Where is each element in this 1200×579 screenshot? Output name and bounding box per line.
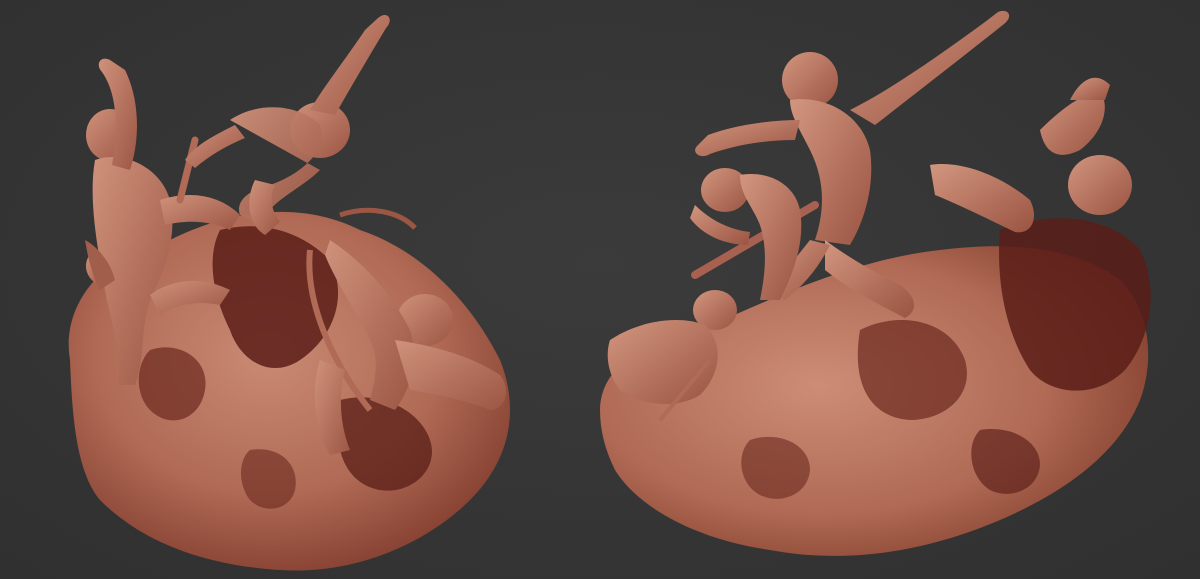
figure-swordsman [690, 168, 802, 300]
dagger [176, 136, 199, 204]
viewport-canvas [0, 0, 1200, 579]
bow-top [339, 207, 417, 230]
sculpture-render-left [68, 15, 510, 571]
sculpture-view-left [0, 0, 600, 579]
figure-beast [930, 77, 1132, 233]
sculpture-view-right [600, 0, 1200, 579]
sculpture-render-right [600, 10, 1151, 556]
